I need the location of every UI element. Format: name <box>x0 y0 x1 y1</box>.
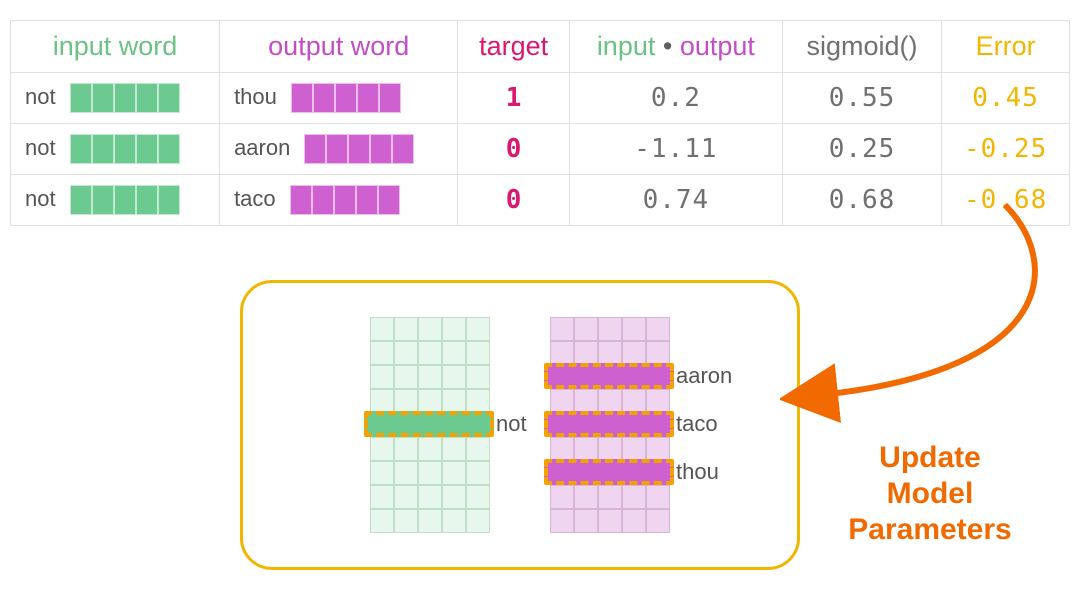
header-dot-output: output <box>680 31 755 61</box>
dot-value: 0.2 <box>569 73 782 124</box>
input-word-cell: not <box>11 124 220 175</box>
sigmoid-value: 0.68 <box>782 175 941 226</box>
caption-line: Model <box>830 476 1030 512</box>
output-matrix-label: taco <box>676 411 718 437</box>
input-vector-icon <box>70 83 180 113</box>
header-dot-symbol: • <box>663 31 672 61</box>
input-vector-icon <box>70 134 180 164</box>
output-word-cell: aaron <box>220 124 458 175</box>
header-target: target <box>458 21 570 73</box>
output-embedding-matrix: aaron taco thou <box>550 317 670 533</box>
error-value: 0.45 <box>942 73 1070 124</box>
input-embedding-matrix: not <box>370 317 490 533</box>
training-table: input word output word target input • ou… <box>10 20 1070 226</box>
table-row: not taco 0 0.74 0.68 -0.68 <box>11 175 1070 226</box>
output-matrix-label: thou <box>676 459 719 485</box>
table-row: not thou 1 0.2 0.55 0.45 <box>11 73 1070 124</box>
sigmoid-value: 0.25 <box>782 124 941 175</box>
output-vector-icon <box>291 83 401 113</box>
input-word-text: not <box>25 186 56 211</box>
header-dot-product: input • output <box>569 21 782 73</box>
update-arrow-icon <box>780 200 1080 460</box>
update-caption: Update Model Parameters <box>830 440 1030 548</box>
input-word-text: not <box>25 135 56 160</box>
target-value: 0 <box>458 175 570 226</box>
dot-value: -1.11 <box>569 124 782 175</box>
output-word-text: aaron <box>234 135 290 160</box>
embedding-update-panel: not aaron taco thou <box>240 280 800 570</box>
output-vector-icon <box>290 185 400 215</box>
target-value: 0 <box>458 124 570 175</box>
input-word-cell: not <box>11 175 220 226</box>
output-word-text: taco <box>234 186 276 211</box>
output-word-cell: taco <box>220 175 458 226</box>
header-input-word: input word <box>11 21 220 73</box>
input-matrix-label: not <box>496 411 527 437</box>
output-matrix-label: aaron <box>676 363 732 389</box>
caption-line: Parameters <box>830 512 1030 548</box>
sigmoid-value: 0.55 <box>782 73 941 124</box>
output-vector-icon <box>304 134 414 164</box>
input-word-text: not <box>25 84 56 109</box>
output-word-cell: thou <box>220 73 458 124</box>
input-word-cell: not <box>11 73 220 124</box>
header-dot-input: input <box>597 31 656 61</box>
error-value: -0.68 <box>942 175 1070 226</box>
dot-value: 0.74 <box>569 175 782 226</box>
header-sigmoid: sigmoid() <box>782 21 941 73</box>
header-error: Error <box>942 21 1070 73</box>
target-value: 1 <box>458 73 570 124</box>
table-row: not aaron 0 -1.11 0.25 -0.25 <box>11 124 1070 175</box>
header-output-word: output word <box>220 21 458 73</box>
output-word-text: thou <box>234 84 277 109</box>
error-value: -0.25 <box>942 124 1070 175</box>
input-vector-icon <box>70 185 180 215</box>
caption-line: Update <box>830 440 1030 476</box>
